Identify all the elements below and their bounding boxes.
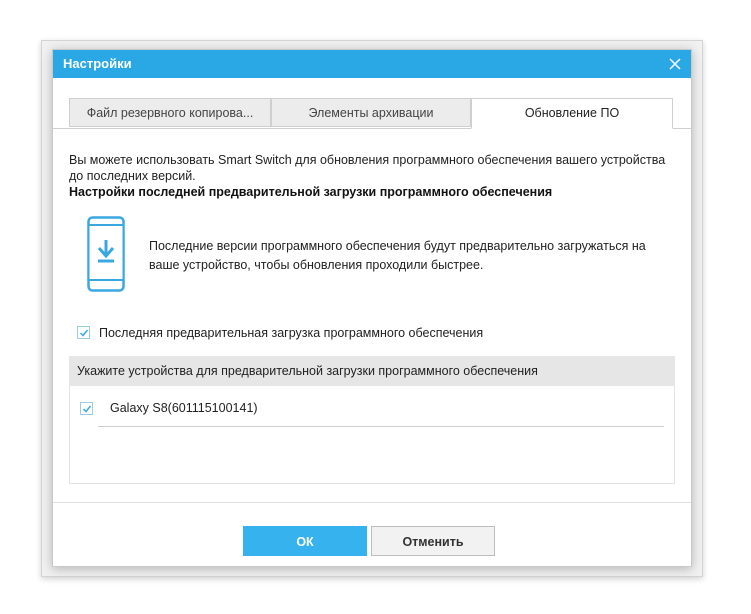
device-list: Galaxy S8(601115100141) xyxy=(69,386,675,484)
section-heading: Настройки последней предварительной загр… xyxy=(69,185,553,199)
title-bar: Настройки xyxy=(53,50,691,78)
tab-bar: Файл резервного копирова... Элементы арх… xyxy=(69,98,673,129)
tab-backup-file[interactable]: Файл резервного копирова... xyxy=(69,98,271,127)
footer-divider xyxy=(53,502,691,503)
phone-download-icon xyxy=(87,216,125,292)
device-checkbox[interactable] xyxy=(80,402,93,415)
intro-text: Вы можете использовать Smart Switch для … xyxy=(69,153,666,183)
check-icon xyxy=(82,405,92,413)
tab-backup-items[interactable]: Элементы архивации xyxy=(271,98,471,127)
settings-dialog: Настройки Файл резервного копирова... Эл… xyxy=(52,49,692,567)
dialog-title: Настройки xyxy=(63,56,132,71)
device-panel-header: Укажите устройства для предварительной з… xyxy=(69,356,675,386)
device-name: Galaxy S8(601115100141) xyxy=(110,401,258,415)
ok-button[interactable]: ОК xyxy=(243,526,367,556)
preload-checkbox[interactable] xyxy=(77,326,90,339)
close-icon[interactable] xyxy=(665,54,685,74)
list-item: Galaxy S8(601115100141) xyxy=(80,400,664,424)
preload-info-text: Последние версии программного обеспечени… xyxy=(149,239,646,272)
cancel-button[interactable]: Отменить xyxy=(371,526,495,556)
tab-software-update[interactable]: Обновление ПО xyxy=(471,98,673,129)
check-icon xyxy=(79,329,89,337)
preload-checkbox-label: Последняя предварительная загрузка прогр… xyxy=(99,326,484,340)
device-separator xyxy=(98,426,664,427)
